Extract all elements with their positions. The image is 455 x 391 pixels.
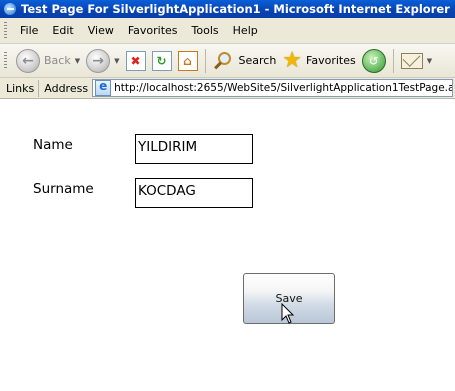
- page-content: Name YILDIRIM Surname KOCDAG Save: [0, 100, 455, 391]
- toolbar-separator: [392, 48, 394, 73]
- back-button[interactable]: ← Back ▼: [13, 47, 83, 75]
- menu-edit[interactable]: Edit: [45, 24, 80, 37]
- menu-bar: File Edit View Favorites Tools Help: [0, 18, 455, 44]
- address-label: Address: [44, 81, 89, 95]
- surname-label: Surname: [33, 181, 94, 197]
- name-label: Name: [33, 137, 73, 153]
- forward-arrow-icon: →: [86, 48, 111, 73]
- window-title: Test Page For SilverlightApplication1 - …: [21, 2, 450, 16]
- chevron-down-icon[interactable]: ▼: [75, 57, 80, 65]
- history-icon: ↺: [361, 48, 386, 73]
- menu-favorites[interactable]: Favorites: [121, 24, 185, 37]
- menu-view[interactable]: View: [81, 24, 121, 37]
- favorites-label: Favorites: [306, 54, 356, 67]
- forward-button[interactable]: → ▼: [83, 47, 122, 75]
- home-icon: ⌂: [177, 50, 198, 71]
- refresh-icon: ↻: [151, 50, 172, 71]
- toolbar-separator: [204, 48, 206, 73]
- refresh-button[interactable]: ↻: [149, 47, 175, 75]
- address-bar: Links Address http://localhost:2655/WebS…: [0, 78, 455, 99]
- stop-button[interactable]: ✖: [123, 47, 149, 75]
- name-field[interactable]: YILDIRIM: [135, 134, 253, 164]
- search-icon: [213, 50, 235, 72]
- star-icon: ★: [282, 47, 303, 73]
- title-bar: Test Page For SilverlightApplication1 - …: [0, 0, 455, 18]
- search-label: Search: [238, 54, 277, 67]
- address-input[interactable]: http://localhost:2655/WebSite5/Silverlig…: [92, 79, 453, 97]
- toolbar-grip[interactable]: [4, 21, 7, 40]
- history-button[interactable]: ↺: [359, 47, 389, 75]
- page-icon: [95, 80, 112, 96]
- links-toolbar[interactable]: Links: [0, 79, 40, 97]
- stop-icon: ✖: [125, 50, 146, 71]
- mail-icon: [400, 52, 423, 69]
- menu-file[interactable]: File: [13, 24, 45, 37]
- menu-tools[interactable]: Tools: [185, 24, 226, 37]
- chevron-down-icon[interactable]: ▼: [114, 57, 119, 65]
- mail-button[interactable]: ▼: [398, 47, 435, 75]
- toolbar-grip[interactable]: [4, 51, 7, 70]
- surname-field[interactable]: KOCDAG: [135, 178, 253, 208]
- back-label: Back: [44, 54, 71, 67]
- menu-help[interactable]: Help: [226, 24, 265, 37]
- mouse-pointer-icon: [281, 303, 295, 324]
- standard-toolbar: ← Back ▼ → ▼ ✖ ↻ ⌂ Search ★ Favorites ↺ …: [0, 44, 455, 78]
- search-button[interactable]: Search: [210, 47, 280, 75]
- favorites-button[interactable]: ★ Favorites: [279, 47, 358, 75]
- home-button[interactable]: ⌂: [175, 47, 201, 75]
- internet-explorer-icon: [3, 2, 17, 16]
- back-arrow-icon: ←: [16, 48, 40, 73]
- url-text[interactable]: http://localhost:2655/WebSite5/Silverlig…: [114, 82, 452, 94]
- chevron-down-icon[interactable]: ▼: [427, 57, 432, 65]
